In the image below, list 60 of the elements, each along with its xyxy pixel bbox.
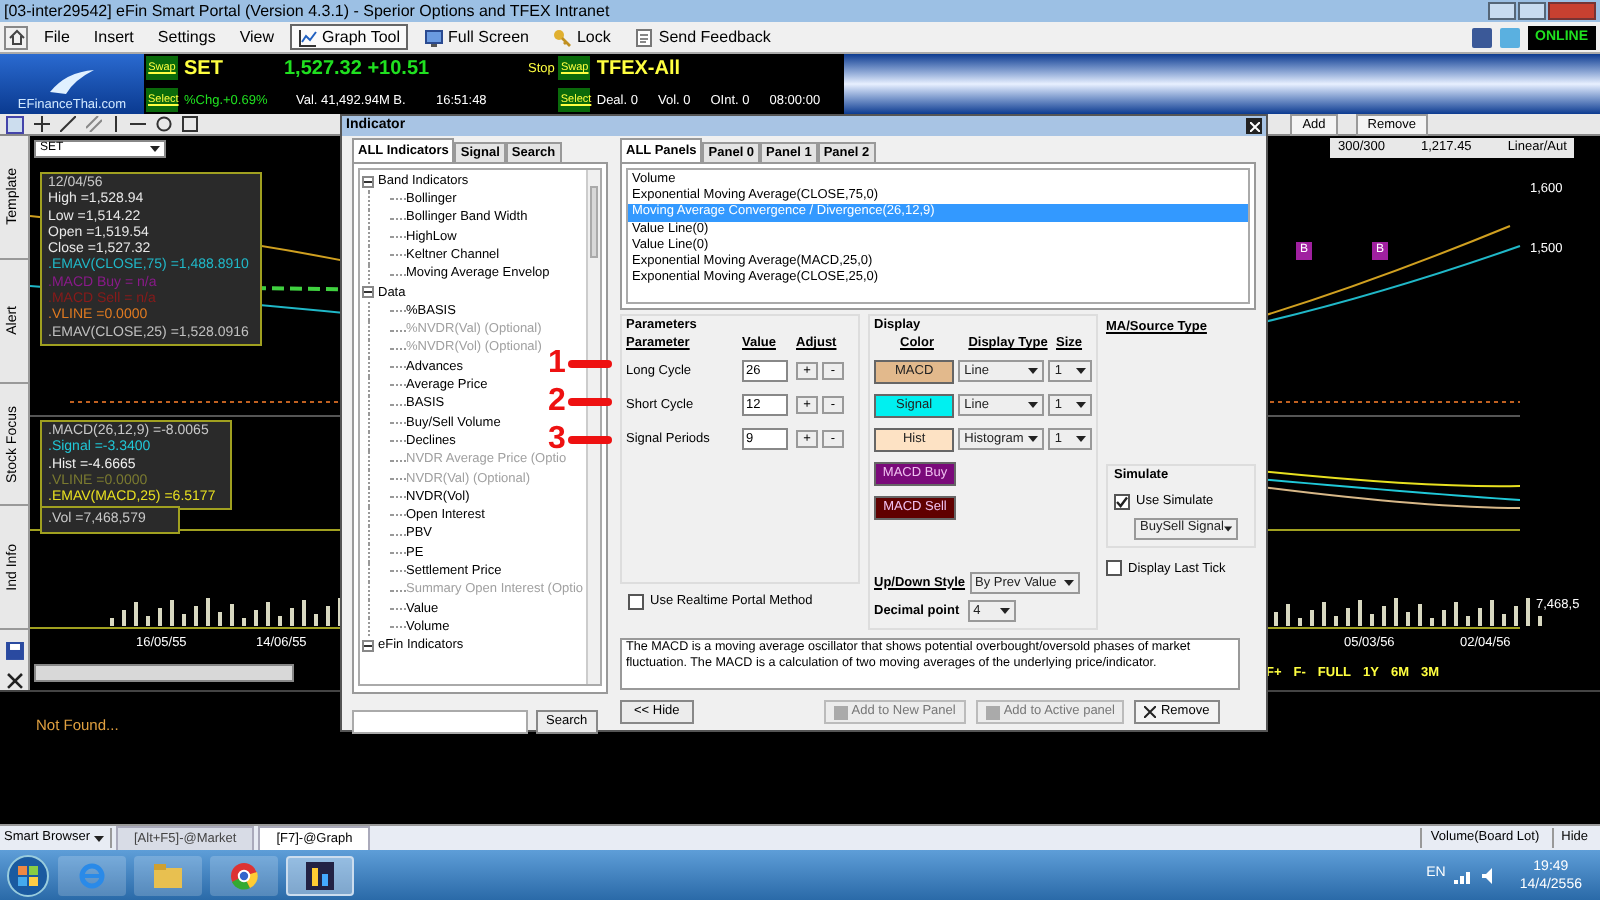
annotation-stroke [567, 436, 612, 444]
line-tool-icon[interactable] [60, 116, 76, 132]
caret-icon [1063, 580, 1074, 586]
caret-icon [93, 835, 104, 841]
caret-icon [1076, 402, 1086, 408]
caret-icon [1028, 368, 1039, 374]
annotation-stroke [567, 398, 612, 406]
key-icon [552, 27, 573, 47]
futures-symbol: TFEX-All [596, 56, 683, 82]
caret-icon [150, 146, 160, 152]
circle-tool-icon[interactable] [156, 116, 172, 132]
parallel-lines-tool-icon[interactable] [86, 116, 102, 132]
facebook-icon[interactable] [1471, 27, 1492, 47]
search-field[interactable] [352, 710, 528, 734]
caret-icon [999, 608, 1010, 614]
menu-item[interactable]: Lock [544, 24, 619, 50]
close-icon[interactable] [5, 672, 23, 690]
caret-icon [1028, 436, 1039, 442]
menu-item[interactable]: Full Screen [416, 24, 537, 50]
crosshair-tool-icon[interactable] [34, 116, 50, 132]
annotation-number: 1 [548, 348, 566, 380]
rectangle-tool-icon[interactable] [182, 116, 198, 132]
menu-item[interactable]: File [36, 24, 78, 50]
vertical-scrollbar[interactable] [586, 170, 600, 684]
annotation-stroke [567, 360, 612, 368]
save-icon[interactable] [5, 642, 23, 661]
menu-item[interactable]: Insert [85, 24, 142, 50]
start-button-icon[interactable] [6, 853, 50, 897]
panel-icon [833, 705, 848, 719]
monitor-icon [424, 27, 445, 47]
vertical-line-tool-icon[interactable] [112, 116, 120, 132]
menu-item[interactable]: Send Feedback [626, 24, 779, 50]
maximize-button[interactable] [1518, 2, 1546, 20]
home-icon[interactable] [4, 25, 28, 49]
panel-icon [985, 705, 1000, 719]
caret-icon [1076, 368, 1086, 374]
caret-icon [1076, 436, 1086, 442]
close-icon [1144, 706, 1157, 718]
pointer-tool-icon[interactable] [6, 115, 24, 133]
checkbox[interactable] [1114, 493, 1130, 510]
app-taskbar-icon[interactable] [286, 855, 354, 895]
window-title: [03-inter29542] eFin Smart Portal (Version 4.3.1) - Sperior Options and TFEX Intranet [4, 0, 610, 22]
menu-item[interactable]: Settings [149, 24, 224, 50]
index-symbol: SET [184, 55, 225, 83]
tree-expander[interactable] [362, 286, 374, 299]
checkbox[interactable] [1106, 560, 1122, 577]
checkbox[interactable] [628, 593, 644, 610]
tree-expander[interactable] [362, 640, 374, 653]
menu-item[interactable]: Graph Tool [290, 24, 409, 50]
index-price: 1,527.32 +10.51 [284, 55, 432, 83]
annotation-number: 2 [548, 386, 566, 418]
horizontal-scrollbar[interactable] [34, 664, 294, 682]
document-icon [634, 27, 655, 47]
minimize-button[interactable] [1488, 2, 1516, 20]
menu-item[interactable]: View [231, 24, 283, 50]
chart-icon [298, 27, 319, 47]
tree-expander[interactable] [362, 175, 374, 188]
network-icon[interactable] [1453, 867, 1474, 883]
caret-icon [1223, 525, 1232, 531]
caret-icon [1028, 402, 1039, 408]
